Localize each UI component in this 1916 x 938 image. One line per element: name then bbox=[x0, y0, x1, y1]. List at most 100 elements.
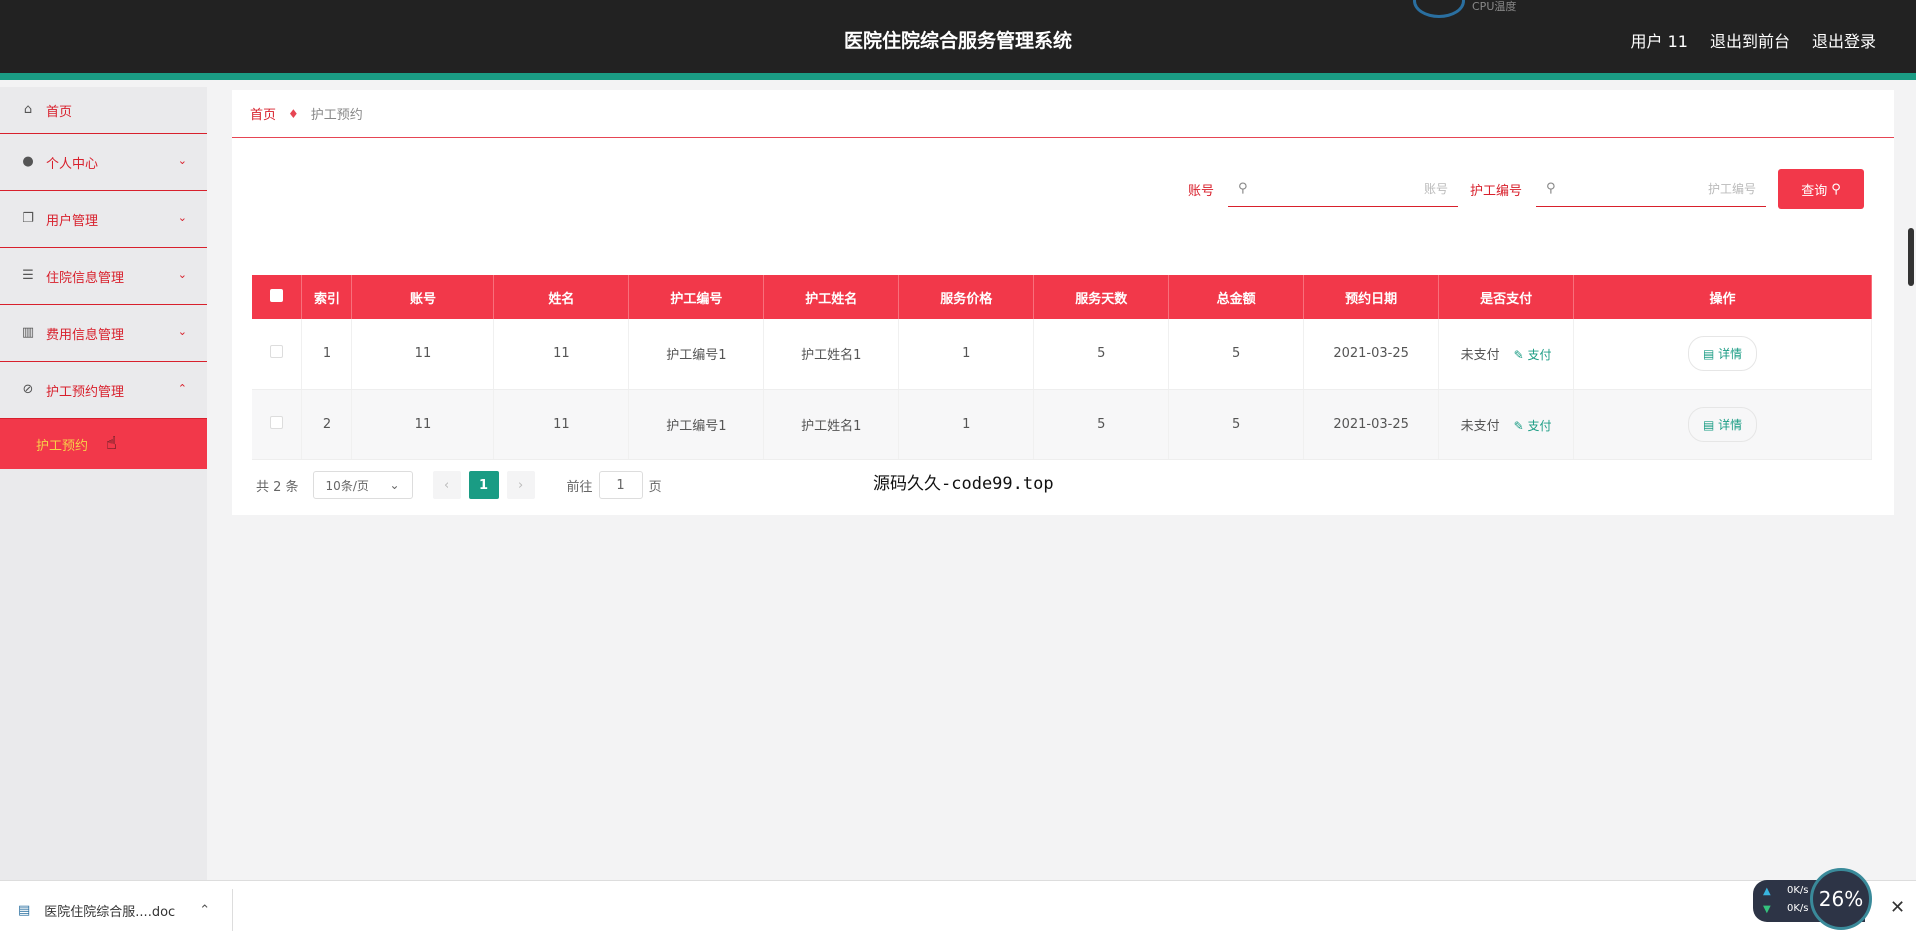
sidebar-item-personal[interactable]: ● 个人中心 ⌄ bbox=[0, 134, 207, 191]
cell-days: 5 bbox=[1033, 389, 1170, 460]
pay-label: 支付 bbox=[1527, 418, 1552, 433]
chevron-down-icon: ⌄ bbox=[177, 154, 187, 167]
sidebar-item-users[interactable]: ❐ 用户管理 ⌄ bbox=[0, 191, 207, 248]
doc-file-icon: ▤ bbox=[18, 903, 31, 918]
detail-button[interactable]: ▤ 详情 bbox=[1687, 336, 1758, 372]
page-scrollbar[interactable] bbox=[1908, 228, 1914, 286]
chevron-up-icon[interactable]: ⌃ bbox=[199, 903, 210, 918]
logout-link[interactable]: 退出登录 bbox=[1812, 28, 1876, 52]
row-select-cell[interactable] bbox=[252, 319, 303, 390]
chevron-down-icon: ⌄ bbox=[389, 478, 400, 492]
account-placeholder: 账号 bbox=[1423, 182, 1448, 196]
search-icon: ⚲ bbox=[1831, 181, 1841, 197]
total-count: 共 2 条 bbox=[256, 479, 299, 495]
col-nurse-name: 护工姓名 bbox=[763, 275, 900, 319]
download-item[interactable]: ▤ 医院住院综合服....doc ⌃ bbox=[18, 901, 210, 920]
sidebar-item-fees[interactable]: ▥ 费用信息管理 ⌄ bbox=[0, 305, 207, 362]
home-icon: ⌂ bbox=[23, 102, 33, 117]
chart-icon: ▥ bbox=[21, 325, 35, 340]
row-checkbox[interactable] bbox=[270, 415, 284, 429]
paid-status: 未支付 bbox=[1460, 348, 1500, 364]
chevron-down-icon: ⌄ bbox=[177, 211, 187, 224]
query-button[interactable]: 查询 ⚲ bbox=[1778, 169, 1864, 209]
prev-page-button[interactable]: ‹ bbox=[432, 471, 461, 499]
account-input[interactable]: ⚲ 账号 bbox=[1227, 171, 1458, 207]
sidebar-item-hospitalization[interactable]: ☰ 住院信息管理 ⌄ bbox=[0, 248, 207, 305]
table-header-row: 索引 账号 姓名 护工编号 护工姓名 服务价格 服务天数 总金额 预约日期 是否… bbox=[252, 275, 1872, 319]
col-price: 服务价格 bbox=[898, 275, 1035, 319]
col-name: 姓名 bbox=[493, 275, 630, 319]
cell-price: 1 bbox=[898, 389, 1035, 460]
sidebar-item-label: 首页 bbox=[46, 104, 73, 120]
download-speed: 0K/s bbox=[1787, 903, 1809, 914]
cell-actions: ▤ 详情 bbox=[1573, 319, 1872, 390]
chevron-left-icon: ‹ bbox=[443, 477, 450, 493]
detail-button[interactable]: ▤ 详情 bbox=[1687, 406, 1758, 442]
document-icon: ▤ bbox=[1702, 347, 1719, 362]
cell-index: 1 bbox=[301, 319, 353, 390]
cell-account: 11 bbox=[351, 389, 495, 460]
cell-nurse-name: 护工姓名1 bbox=[763, 319, 900, 390]
search-icon: ⚲ bbox=[1237, 181, 1248, 196]
exit-front-link[interactable]: 退出到前台 bbox=[1710, 28, 1790, 52]
compass-icon: ⊘ bbox=[22, 382, 34, 397]
sidebar-subitem-nurse-booking[interactable]: 护工预约 ☝ bbox=[0, 419, 207, 469]
paid-status: 未支付 bbox=[1460, 418, 1500, 434]
cell-nurse-name: 护工姓名1 bbox=[763, 389, 900, 460]
pay-button[interactable]: ✎ 支付 bbox=[1514, 419, 1552, 433]
row-select-cell[interactable] bbox=[252, 389, 303, 460]
page-size-value: 10条/页 bbox=[325, 478, 369, 493]
cell-date: 2021-03-25 bbox=[1303, 319, 1440, 390]
hand-cursor-icon: ☝ bbox=[106, 433, 117, 454]
col-total: 总金额 bbox=[1168, 275, 1305, 319]
sidebar-item-nurse-booking[interactable]: ⊘ 护工预约管理 ⌃ bbox=[0, 362, 207, 419]
breadcrumb-home[interactable]: 首页 bbox=[250, 104, 276, 123]
close-icon[interactable]: ✕ bbox=[1890, 897, 1905, 918]
sidebar-item-label: 用户管理 bbox=[46, 213, 99, 229]
select-all-header[interactable] bbox=[252, 275, 303, 319]
edit-icon: ✎ bbox=[1513, 348, 1528, 363]
page-size-select[interactable]: 10条/页 ⌄ bbox=[312, 471, 413, 499]
cell-paid: 未支付 ✎ 支付 bbox=[1438, 319, 1575, 390]
cell-days: 5 bbox=[1033, 319, 1170, 390]
row-checkbox[interactable] bbox=[270, 345, 284, 359]
usage-gauge[interactable]: 26% bbox=[1810, 868, 1872, 930]
cpu-gauge-icon bbox=[1413, 0, 1465, 18]
col-actions: 操作 bbox=[1573, 275, 1872, 319]
detail-label: 详情 bbox=[1718, 347, 1743, 362]
table-row: 1 11 11 护工编号1 护工姓名1 1 5 5 2021-03-25 未支付… bbox=[252, 319, 1872, 390]
account-label: 账号 bbox=[1187, 183, 1214, 199]
document-icon: ▤ bbox=[1702, 417, 1719, 432]
sidebar-item-home[interactable]: ⌂ 首页 bbox=[0, 87, 207, 134]
cell-actions: ▤ 详情 bbox=[1573, 389, 1872, 460]
pay-button[interactable]: ✎ 支付 bbox=[1514, 348, 1552, 362]
user-name: 用户 11 bbox=[1630, 32, 1688, 51]
select-all-checkbox[interactable] bbox=[270, 288, 284, 302]
cell-account: 11 bbox=[351, 319, 495, 390]
col-nurse-no: 护工编号 bbox=[628, 275, 765, 319]
arrow-up-icon: ▲ bbox=[1763, 886, 1771, 897]
breadcrumb-current: 护工预约 bbox=[310, 108, 363, 123]
col-paid: 是否支付 bbox=[1438, 275, 1575, 319]
current-page-button[interactable]: 1 bbox=[468, 471, 499, 499]
main-panel: 首页 ♦ 护工预约 账号 ⚲ 账号 护工编号 ⚲ 护工编号 查询 ⚲ 索引 账号… bbox=[232, 90, 1894, 515]
nurse-no-input[interactable]: ⚲ 护工编号 bbox=[1536, 171, 1766, 207]
nurse-no-label: 护工编号 bbox=[1469, 183, 1522, 199]
top-bar: CPU温度 医院住院综合服务管理系统 用户 11 退出到前台 退出登录 bbox=[0, 0, 1916, 80]
arrow-down-icon: ▼ bbox=[1763, 904, 1771, 915]
list-icon: ☰ bbox=[22, 268, 34, 283]
detail-label: 详情 bbox=[1718, 417, 1743, 432]
goto-page-input[interactable]: 1 bbox=[598, 471, 643, 499]
cell-index: 2 bbox=[301, 389, 353, 460]
cell-nurse-no: 护工编号1 bbox=[628, 389, 765, 460]
col-date: 预约日期 bbox=[1303, 275, 1440, 319]
chevron-down-icon: ⌄ bbox=[177, 325, 187, 338]
chevron-right-icon: › bbox=[517, 477, 524, 493]
col-index: 索引 bbox=[301, 275, 353, 319]
pagination: 共 2 条 10条/页 ⌄ ‹ 1 › 前往 1 页 bbox=[256, 471, 662, 499]
bookmark-icon: ♦ bbox=[288, 106, 299, 121]
search-icon: ⚲ bbox=[1546, 181, 1556, 196]
next-page-button[interactable]: › bbox=[506, 471, 535, 499]
chevron-down-icon: ⌄ bbox=[177, 268, 187, 281]
header-actions: 用户 11 退出到前台 退出登录 bbox=[1631, 28, 1876, 52]
